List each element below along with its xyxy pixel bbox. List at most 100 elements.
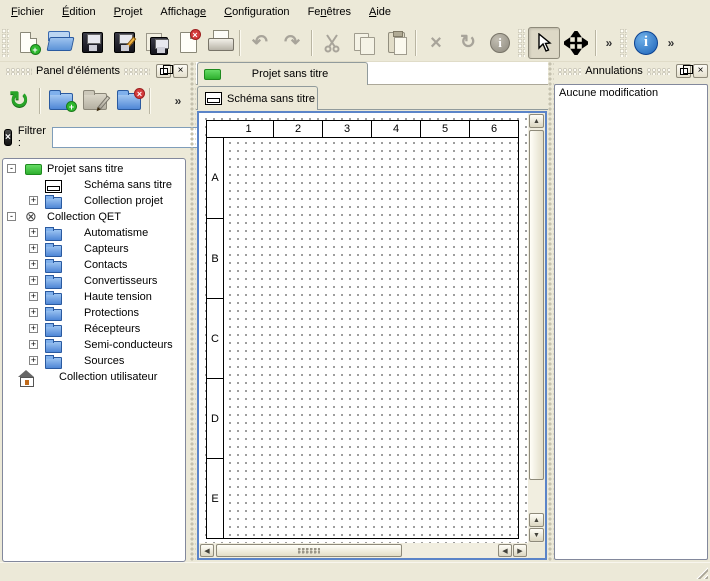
toolbar-overflow-button[interactable]: » xyxy=(600,27,618,59)
toolbar-overflow-button[interactable]: » xyxy=(662,27,680,59)
arrow-up-icon: ▲ xyxy=(533,517,540,524)
panel-toolbar-overflow-button[interactable]: » xyxy=(168,84,188,118)
tree-item-collection-projet[interactable]: +Collection projet xyxy=(3,193,185,209)
tree-item-collection-utilisateur[interactable]: Collection utilisateur xyxy=(3,369,185,385)
elements-panel-toolbar: ↻ + × » xyxy=(0,80,190,122)
tree-item-automatisme[interactable]: +Automatisme xyxy=(3,225,185,241)
scroll-right-button[interactable]: ▶ xyxy=(513,544,527,557)
menu-projet[interactable]: Projet xyxy=(105,2,152,22)
row-header: E xyxy=(207,458,224,538)
undo-button[interactable]: ↶ xyxy=(244,27,276,59)
toolbar-separator xyxy=(415,30,417,56)
chevron-right-icon: » xyxy=(175,94,182,108)
about-qet-button[interactable]: i xyxy=(630,27,662,59)
open-project-button[interactable] xyxy=(44,27,76,59)
toolbar-drag-handle[interactable] xyxy=(2,29,9,57)
float-panel-button[interactable] xyxy=(156,64,171,78)
diagram-canvas[interactable]: 1 2 3 4 5 6 A B C D E xyxy=(199,113,528,543)
toolbar-drag-handle[interactable] xyxy=(620,29,627,57)
expand-expander[interactable]: + xyxy=(29,324,38,333)
row-header: D xyxy=(207,378,224,458)
tree-item-capteurs[interactable]: +Capteurs xyxy=(3,241,185,257)
save-button[interactable] xyxy=(76,27,108,59)
properties-button[interactable]: i xyxy=(484,27,516,59)
edit-folder-icon xyxy=(83,93,107,110)
scroll-down-button[interactable]: ▼ xyxy=(529,528,544,542)
delete-category-button[interactable]: × xyxy=(112,84,146,118)
horizontal-scrollbar-thumb[interactable] xyxy=(216,544,402,557)
filter-label: Filtrer : xyxy=(18,125,46,149)
tab-schema-sans-titre[interactable]: Schéma sans titre xyxy=(197,86,318,110)
expand-expander[interactable]: + xyxy=(29,356,38,365)
menu-edition[interactable]: Édition xyxy=(53,2,105,22)
cut-button[interactable] xyxy=(316,27,348,59)
paste-icon xyxy=(388,32,405,53)
tree-item-recepteurs[interactable]: +Récepteurs xyxy=(3,321,185,337)
elements-panel-titlebar[interactable]: Panel d'éléments × xyxy=(0,62,190,80)
tree-item-projet-sans-titre[interactable]: -Projet sans titre xyxy=(3,161,185,177)
tree-item-sources[interactable]: +Sources xyxy=(3,353,185,369)
tree-item-haute-tension[interactable]: +Haute tension xyxy=(3,289,185,305)
menu-aide[interactable]: Aide xyxy=(360,2,400,22)
vertical-scrollbar-thumb[interactable] xyxy=(529,130,544,480)
horizontal-scrollbar[interactable]: ◀ ◀ ▶ xyxy=(199,543,528,558)
delete-button[interactable]: × xyxy=(420,27,452,59)
expand-expander[interactable]: + xyxy=(29,196,38,205)
undo-panel-titlebar[interactable]: Annulations × xyxy=(552,62,710,80)
undo-list-item[interactable]: Aucune modification xyxy=(556,86,706,101)
toolbar-drag-handle[interactable] xyxy=(518,29,525,57)
tree-item-convertisseurs[interactable]: +Convertisseurs xyxy=(3,273,185,289)
frame-drawing-area[interactable] xyxy=(224,138,518,538)
redo-button[interactable]: ↷ xyxy=(276,27,308,59)
dock-grip xyxy=(6,68,32,75)
close-panel-button[interactable]: × xyxy=(173,64,188,78)
menu-affichage[interactable]: Affichage xyxy=(151,2,215,22)
save-all-button[interactable] xyxy=(140,27,172,59)
window-resize-grip[interactable] xyxy=(695,566,708,579)
tree-item-semi-conducteurs[interactable]: +Semi-conducteurs xyxy=(3,337,185,353)
scroll-up-button[interactable]: ▲ xyxy=(529,513,544,527)
tree-item-protections[interactable]: +Protections xyxy=(3,305,185,321)
close-panel-button[interactable]: × xyxy=(693,64,708,78)
move-mode-button[interactable] xyxy=(560,27,592,59)
rotate-button[interactable]: ↻ xyxy=(452,27,484,59)
expand-expander[interactable]: + xyxy=(29,308,38,317)
column-header: 6 xyxy=(469,121,518,138)
float-panel-button[interactable] xyxy=(676,64,691,78)
expand-expander[interactable]: + xyxy=(29,276,38,285)
collapse-expander[interactable]: - xyxy=(7,164,16,173)
reload-collections-button[interactable]: ↻ xyxy=(2,84,36,118)
filter-input[interactable] xyxy=(52,127,202,148)
save-as-button[interactable] xyxy=(108,27,140,59)
expand-expander[interactable]: + xyxy=(29,340,38,349)
toolbar-separator xyxy=(595,30,597,56)
menu-fichier[interactable]: Fichier xyxy=(2,2,53,22)
new-project-button[interactable]: + xyxy=(12,27,44,59)
vertical-scrollbar[interactable]: ▲ ▲ ▼ xyxy=(528,113,545,543)
undo-panel-title: Annulations xyxy=(585,65,643,77)
scroll-left-button[interactable]: ◀ xyxy=(498,544,512,557)
expand-expander[interactable]: + xyxy=(29,228,38,237)
menu-configuration[interactable]: Configuration xyxy=(215,2,298,22)
expand-expander[interactable]: + xyxy=(29,244,38,253)
selection-mode-button[interactable] xyxy=(528,27,560,59)
expand-expander[interactable]: + xyxy=(29,292,38,301)
expand-expander[interactable]: + xyxy=(29,260,38,269)
new-category-button[interactable]: + xyxy=(44,84,78,118)
close-file-button[interactable]: × xyxy=(172,27,204,59)
collapse-expander[interactable]: - xyxy=(7,212,16,221)
tree-item-schema-sans-titre[interactable]: Schéma sans titre xyxy=(3,177,185,193)
tree-item-collection-qet[interactable]: -⊗Collection QET xyxy=(3,209,185,225)
clear-filter-button[interactable]: × xyxy=(4,129,12,146)
copy-button[interactable] xyxy=(348,27,380,59)
scroll-left-button[interactable]: ◀ xyxy=(200,544,214,557)
tree-item-contacts[interactable]: +Contacts xyxy=(3,257,185,273)
tab-projet-sans-titre[interactable]: Projet sans titre xyxy=(197,62,368,85)
refresh-icon: ↻ xyxy=(9,89,29,113)
menu-fenetres[interactable]: Fenêtres xyxy=(299,2,360,22)
print-button[interactable] xyxy=(204,27,236,59)
project-icon xyxy=(204,69,221,80)
edit-category-button[interactable] xyxy=(78,84,112,118)
paste-button[interactable] xyxy=(380,27,412,59)
scroll-up-button[interactable]: ▲ xyxy=(529,114,544,128)
